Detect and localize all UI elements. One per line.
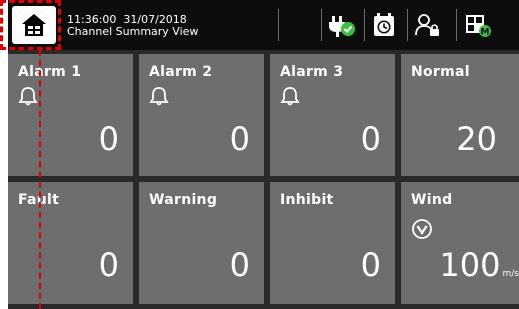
divider (407, 9, 408, 41)
bell-icon (149, 87, 169, 106)
tile-wind[interactable]: Wind 100 m/s (401, 182, 519, 304)
tile-value: 0 (229, 246, 250, 284)
channel-tiles: Alarm 1 0 Alarm 2 0 Alarm 3 0 Normal 20 … (8, 54, 519, 309)
divider (278, 9, 279, 41)
top-bar: 11:36:00 31/07/2018 Channel Summary View (8, 0, 519, 50)
tile-label: Wind (411, 192, 453, 208)
main-menu-button[interactable]: M (463, 10, 493, 40)
bell-icon (280, 87, 300, 106)
wind-direction-icon (412, 219, 432, 239)
tile-value: 0 (98, 246, 119, 284)
tile-alarm-2[interactable]: Alarm 2 0 (139, 54, 264, 176)
tile-alarm-1[interactable]: Alarm 1 0 (8, 54, 133, 176)
user-lock-icon (415, 14, 439, 36)
tile-label: Warning (149, 192, 218, 208)
tile-value: 0 (98, 120, 119, 158)
tile-label: Alarm 2 (149, 64, 213, 80)
schedule-button[interactable] (369, 10, 399, 40)
tile-value: 0 (360, 120, 381, 158)
view-title: Channel Summary View (67, 25, 199, 38)
channel-summary-screen: 11:36:00 31/07/2018 Channel Summary View (8, 0, 519, 309)
wind-unit: m/s (502, 269, 519, 279)
tile-warning[interactable]: Warning 0 (139, 182, 264, 304)
tile-value: 20 (456, 120, 497, 158)
user-login-button[interactable] (413, 10, 443, 40)
tile-label: Alarm 3 (280, 64, 344, 80)
tile-value: 0 (360, 246, 381, 284)
power-status-button[interactable] (326, 10, 356, 40)
datetime-display: 11:36:00 31/07/2018 Channel Summary View (67, 14, 198, 38)
calendar-clock-icon (374, 13, 394, 36)
tile-label: Inhibit (280, 192, 334, 208)
tile-value: 0 (229, 120, 250, 158)
power-plug-status-icon (329, 16, 355, 37)
highlight-pointer-line (39, 50, 41, 309)
wind-speed: 100 (439, 246, 501, 284)
menu-grid-icon: M (466, 15, 491, 38)
tile-value: 100 m/s (439, 246, 519, 284)
divider (364, 9, 365, 41)
bell-icon (18, 87, 38, 106)
divider (321, 9, 322, 41)
tile-label: Alarm 1 (18, 64, 82, 80)
tile-label: Normal (411, 64, 470, 80)
svg-text:M: M (481, 28, 490, 38)
tile-alarm-3[interactable]: Alarm 3 0 (270, 54, 395, 176)
tile-inhibit[interactable]: Inhibit 0 (270, 182, 395, 304)
divider (456, 9, 457, 41)
tile-fault[interactable]: Fault 0 (8, 182, 133, 304)
tile-normal[interactable]: Normal 20 (401, 54, 519, 176)
highlight-box (0, 0, 61, 50)
